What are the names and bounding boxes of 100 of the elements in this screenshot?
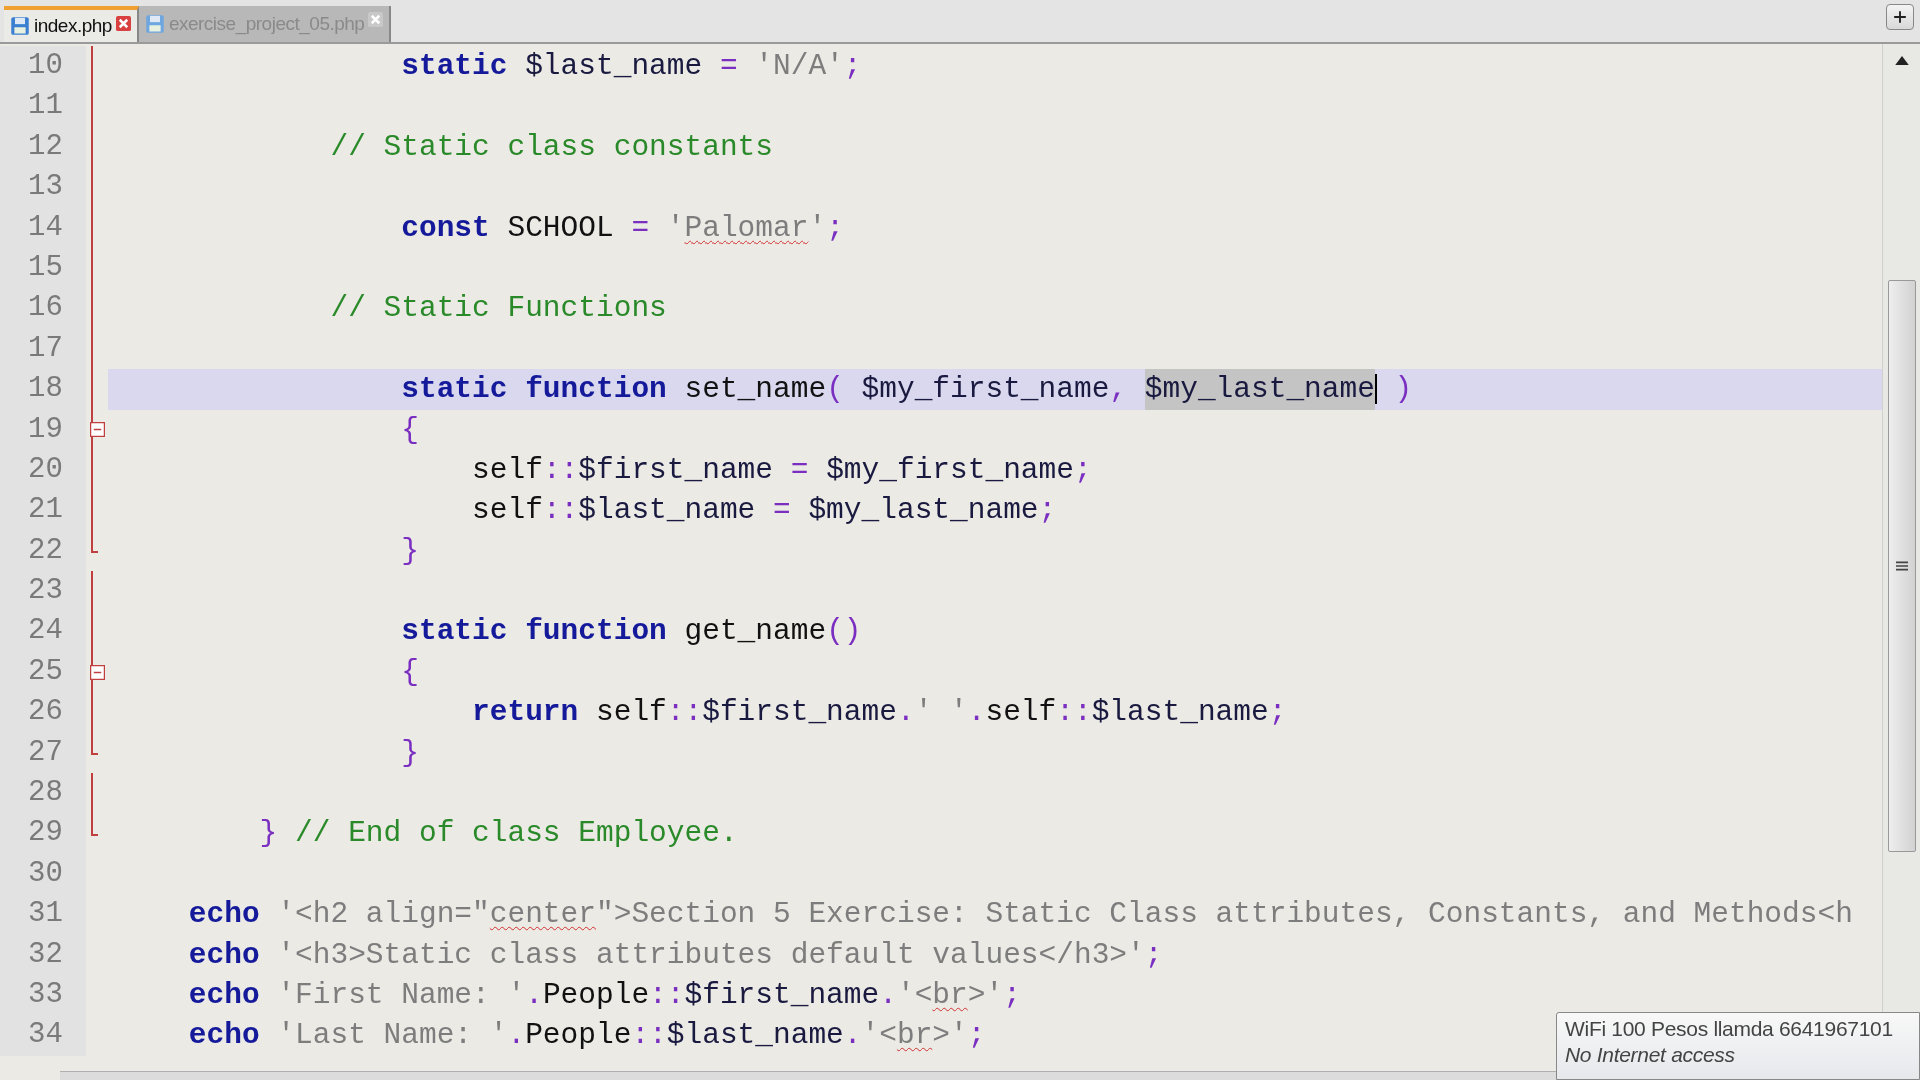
code-token: People (542, 977, 650, 1014)
variable-token: $last_name (666, 1017, 844, 1055)
line-number: 12 (0, 126, 86, 168)
code-token: self (594, 694, 667, 732)
line-number: 13 (0, 167, 86, 208)
operator-token: :: (542, 492, 579, 530)
operator-token: :: (1056, 694, 1092, 732)
string-token: 'First Name: ' (276, 977, 526, 1014)
variable-token: $last_name (578, 492, 756, 530)
operator-token: () (826, 613, 862, 651)
variable-token: $first_name (702, 694, 897, 732)
variable-token: $my_last_name (808, 492, 1039, 530)
string-token: ' ' (914, 694, 968, 732)
variable-token: $my_first_name (826, 451, 1074, 489)
code-token: self (471, 492, 543, 530)
line-number: 23 (0, 571, 86, 612)
line-number: 25 (0, 651, 86, 693)
operator-token: } (400, 532, 419, 570)
close-icon[interactable] (115, 16, 131, 31)
string-token: >' (932, 1017, 968, 1055)
plus-icon (1893, 10, 1907, 24)
string-token: ' (808, 209, 827, 247)
line-number: 33 (0, 975, 86, 1016)
line-number: 28 (0, 773, 86, 814)
line-number: 18 (0, 369, 86, 410)
new-tab-button[interactable] (1886, 4, 1914, 30)
operator-token: ) (1393, 371, 1413, 409)
selected-text: $my_last_name (1144, 369, 1375, 410)
keyword-token: static (400, 613, 508, 651)
string-token: '<h2 align=" (276, 896, 490, 934)
line-number: 24 (0, 611, 86, 652)
string-token: ">Section 5 Exercise: Static Class attributes, Constants, and Methods<h (596, 896, 1853, 934)
operator-token: . (967, 694, 986, 732)
line-number: 21 (0, 490, 86, 531)
string-token: br (932, 977, 968, 1014)
operator-token: . (879, 977, 897, 1014)
operator-token: ; (843, 48, 862, 85)
string-token: Palomar (684, 209, 809, 247)
scrollbar-thumb[interactable] (1887, 280, 1916, 852)
line-number: 30 (0, 853, 86, 895)
code-comment: // Static class constants (329, 128, 773, 166)
string-token: '<h3>Static class attributes default values</h3>' (276, 936, 1145, 974)
variable-token: $first_name (578, 451, 773, 489)
line-number: 27 (0, 732, 86, 774)
keyword-token: echo (187, 977, 260, 1014)
operator-token: ; (826, 209, 844, 247)
line-number: 26 (0, 692, 86, 733)
keyword-token: function (524, 613, 667, 651)
keyword-token: static (400, 371, 508, 409)
keyword-token: return (471, 694, 579, 732)
operator-token: . (525, 977, 543, 1014)
operator-token: ( (826, 371, 844, 409)
line-number: 17 (0, 328, 86, 370)
variable-token: $my_first_name (860, 371, 1110, 409)
text-cursor (1374, 374, 1377, 405)
operator-token: = (772, 492, 792, 530)
scroll-up-arrow-icon[interactable] (1894, 56, 1909, 65)
fold-collapse-icon[interactable] (89, 422, 105, 438)
operator-token: ; (1268, 694, 1287, 732)
keyword-token: echo (187, 936, 260, 974)
operator-token: ; (1003, 977, 1021, 1014)
string-token: >' (967, 977, 1004, 1014)
operator-token: } (400, 734, 419, 772)
code-comment: // Static Functions (329, 290, 667, 328)
operator-token: ; (1144, 936, 1163, 974)
operator-token: . (843, 1017, 862, 1055)
operator-token: ; (1073, 451, 1092, 489)
grip-icon (1895, 561, 1908, 571)
keyword-token: function (524, 371, 667, 409)
code-token: get_name (683, 613, 827, 651)
operator-token: :: (666, 694, 703, 732)
code-token: self (471, 451, 543, 489)
operator-token: { (400, 653, 419, 691)
keyword-token: echo (187, 1017, 260, 1055)
string-token: 'Last Name: ' (276, 1017, 508, 1055)
code-token: set_name (683, 371, 827, 409)
file-tab[interactable]: index.php (4, 6, 139, 42)
operator-token: :: (649, 977, 685, 1014)
operator-token: = (718, 48, 739, 85)
variable-token: $last_name (524, 48, 703, 85)
operator-token: = (789, 451, 810, 489)
operator-token: { (400, 411, 419, 449)
line-number: 10 (0, 46, 86, 87)
line-number: 19 (0, 409, 86, 450)
line-number: 16 (0, 288, 86, 329)
string-token: '< (861, 1017, 897, 1055)
line-number: 29 (0, 813, 86, 854)
line-number: 15 (0, 247, 86, 289)
string-token: center (489, 896, 596, 934)
variable-token: $last_name (1091, 694, 1269, 732)
operator-token: ; (967, 1017, 986, 1055)
fold-collapse-icon[interactable] (89, 664, 105, 680)
operator-token: . (896, 694, 915, 732)
line-number: 22 (0, 530, 86, 572)
string-token: 'N/A' (755, 48, 844, 85)
keyword-token: static (400, 48, 508, 85)
operator-token: = (630, 209, 651, 247)
string-token: '< (896, 977, 933, 1014)
line-number: 32 (0, 934, 86, 975)
keyword-token: const (400, 209, 490, 247)
